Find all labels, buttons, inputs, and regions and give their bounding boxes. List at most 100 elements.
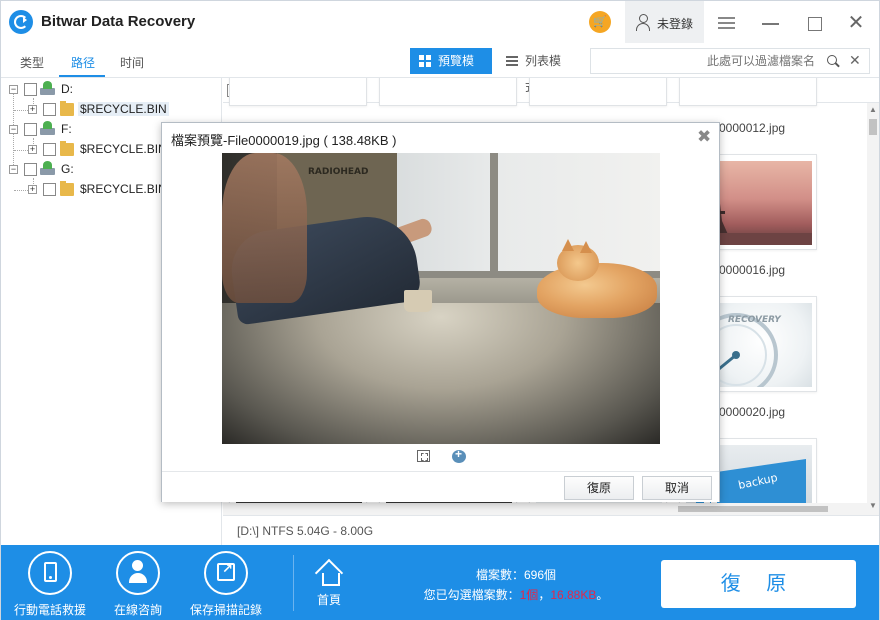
file-name: 0000012.jpg [719,121,786,135]
drive-checkbox[interactable] [24,123,37,136]
filter-filename-input[interactable] [595,52,815,70]
mobile-recovery-label: 行動電話救援 [13,603,86,617]
thumbnail-caption: RECOVERY [728,315,781,325]
drive-icon [40,81,56,95]
grid-view-icon [419,55,431,67]
selected-count-line: 您已勾選檔案數：1個，16.88KB。 [401,585,631,605]
mobile-phone-icon [28,551,72,595]
drive-label: D: [61,82,73,96]
tree-drive-d[interactable]: − D: [1,79,221,99]
tree-guide-line [14,110,28,111]
collapse-icon[interactable]: − [9,165,18,174]
home-label: 首頁 [316,593,341,607]
search-box: ✕ [590,48,870,74]
expand-icon[interactable]: + [28,185,37,194]
preview-tools [417,447,477,464]
mobile-recovery-button[interactable]: 行動電話救援 [5,551,95,618]
title-bar: Bitwar Data Recovery 🛒 未登錄 ✕ [1,1,879,43]
list-mode-button[interactable]: 列表模式 [497,48,579,94]
dialog-cancel-button[interactable]: 取消 [642,476,712,500]
tab-type[interactable]: 类型 [20,54,44,71]
photo-cat-ear [562,239,574,251]
photo-feet [222,153,307,303]
save-scan-record-label: 保存掃描記錄 [189,603,262,617]
folder-checkbox[interactable] [43,143,56,156]
collapse-icon[interactable]: − [9,125,18,134]
file-name: 0000016.jpg [719,263,786,277]
active-tab-indicator [59,75,105,77]
fit-to-window-icon[interactable] [417,450,430,462]
export-icon [204,551,248,595]
file-name: 0000020.jpg [719,405,786,419]
drive-checkbox[interactable] [24,163,37,176]
drive-info-text: [D:\] NTFS 5.04G - 8.00G [237,524,374,538]
folder-checkbox[interactable] [43,183,56,196]
search-icon[interactable] [827,55,839,67]
file-thumbnail[interactable] [229,78,367,106]
file-thumbnail[interactable] [379,78,517,106]
preview-image: RADIOHEAD [222,153,660,444]
dialog-title: 檔案預覽-File0000019.jpg ( 138.48KB ) [171,133,397,148]
user-login-button[interactable]: 未登錄 [625,1,704,43]
expand-icon[interactable]: + [28,105,37,114]
recover-button[interactable]: 復 原 [661,560,856,608]
close-icon[interactable]: ✕ [844,11,868,35]
photo-cat [537,263,657,318]
folder-icon [60,141,74,156]
dialog-close-icon[interactable]: ✖ [697,127,711,147]
online-support-label: 在線咨詢 [113,603,162,617]
photo-table [222,303,660,444]
file-count-value: 696個 [523,568,557,582]
selected-suffix: 。 [596,588,609,602]
toolbar: 类型 路径 时间 預覽模式 列表模式 ✕ [1,43,879,94]
tree-guide-line [14,190,28,191]
divider [293,555,294,611]
online-support-button[interactable]: 在線咨詢 [93,551,183,618]
selected-separator: ， [538,588,551,602]
support-agent-icon [116,551,160,595]
file-thumbnail[interactable] [679,78,817,106]
file-thumbnail[interactable] [529,78,667,106]
home-icon [315,561,343,586]
collapse-icon[interactable]: − [9,85,18,94]
tree-folder-recycle-bin[interactable]: + $RECYCLE.BIN [1,99,221,119]
dialog-recover-button[interactable]: 復原 [564,476,634,500]
home-button[interactable]: 首頁 [301,561,357,608]
clear-search-icon[interactable]: ✕ [849,52,861,69]
drive-checkbox[interactable] [24,83,37,96]
list-view-icon [506,55,518,67]
dialog-footer: 復原 取消 [162,471,719,502]
folder-checkbox[interactable] [43,103,56,116]
minimize-icon[interactable] [759,11,783,35]
vertical-scrollbar[interactable]: ▲ ▼ [867,103,879,515]
photo-window-frame [490,153,498,278]
horizontal-scrollbar[interactable] [223,503,867,515]
scroll-up-arrow-icon[interactable]: ▲ [869,105,877,114]
selected-count-label: 您已勾選檔案數： [423,588,520,602]
save-scan-record-button[interactable]: 保存掃描記錄 [181,551,271,618]
actual-size-icon[interactable] [452,447,466,463]
tab-path[interactable]: 路径 [71,54,95,71]
selected-size-value: 16.88KB [550,588,597,602]
folder-icon [60,181,74,196]
preview-mode-button[interactable]: 預覽模式 [410,48,492,94]
bottom-action-bar: 行動電話救援 在線咨詢 保存掃描記錄 首頁 檔案數：696個 您已勾選檔案數：1… [1,545,879,620]
maximize-icon[interactable] [802,11,826,35]
folder-icon [60,101,74,116]
drive-label: F: [61,122,72,136]
horizontal-scrollbar-thumb[interactable] [678,506,828,512]
user-login-label: 未登錄 [657,17,694,31]
folder-label: $RECYCLE.BIN [78,102,169,116]
scrollbar-thumb[interactable] [869,119,877,135]
file-count-label: 檔案數： [475,568,524,582]
selected-count-value: 1個 [519,588,539,602]
folder-label: $RECYCLE.BIN [80,142,167,156]
expand-icon[interactable]: + [28,145,37,154]
selection-summary: 檔案數：696個 您已勾選檔案數：1個，16.88KB。 [401,565,631,605]
menu-icon[interactable] [715,11,739,35]
scroll-down-arrow-icon[interactable]: ▼ [869,501,877,510]
photo-cup [404,290,432,312]
tab-time[interactable]: 时间 [120,54,144,71]
shopping-cart-icon[interactable]: 🛒 [589,11,611,33]
drive-icon [40,121,56,135]
